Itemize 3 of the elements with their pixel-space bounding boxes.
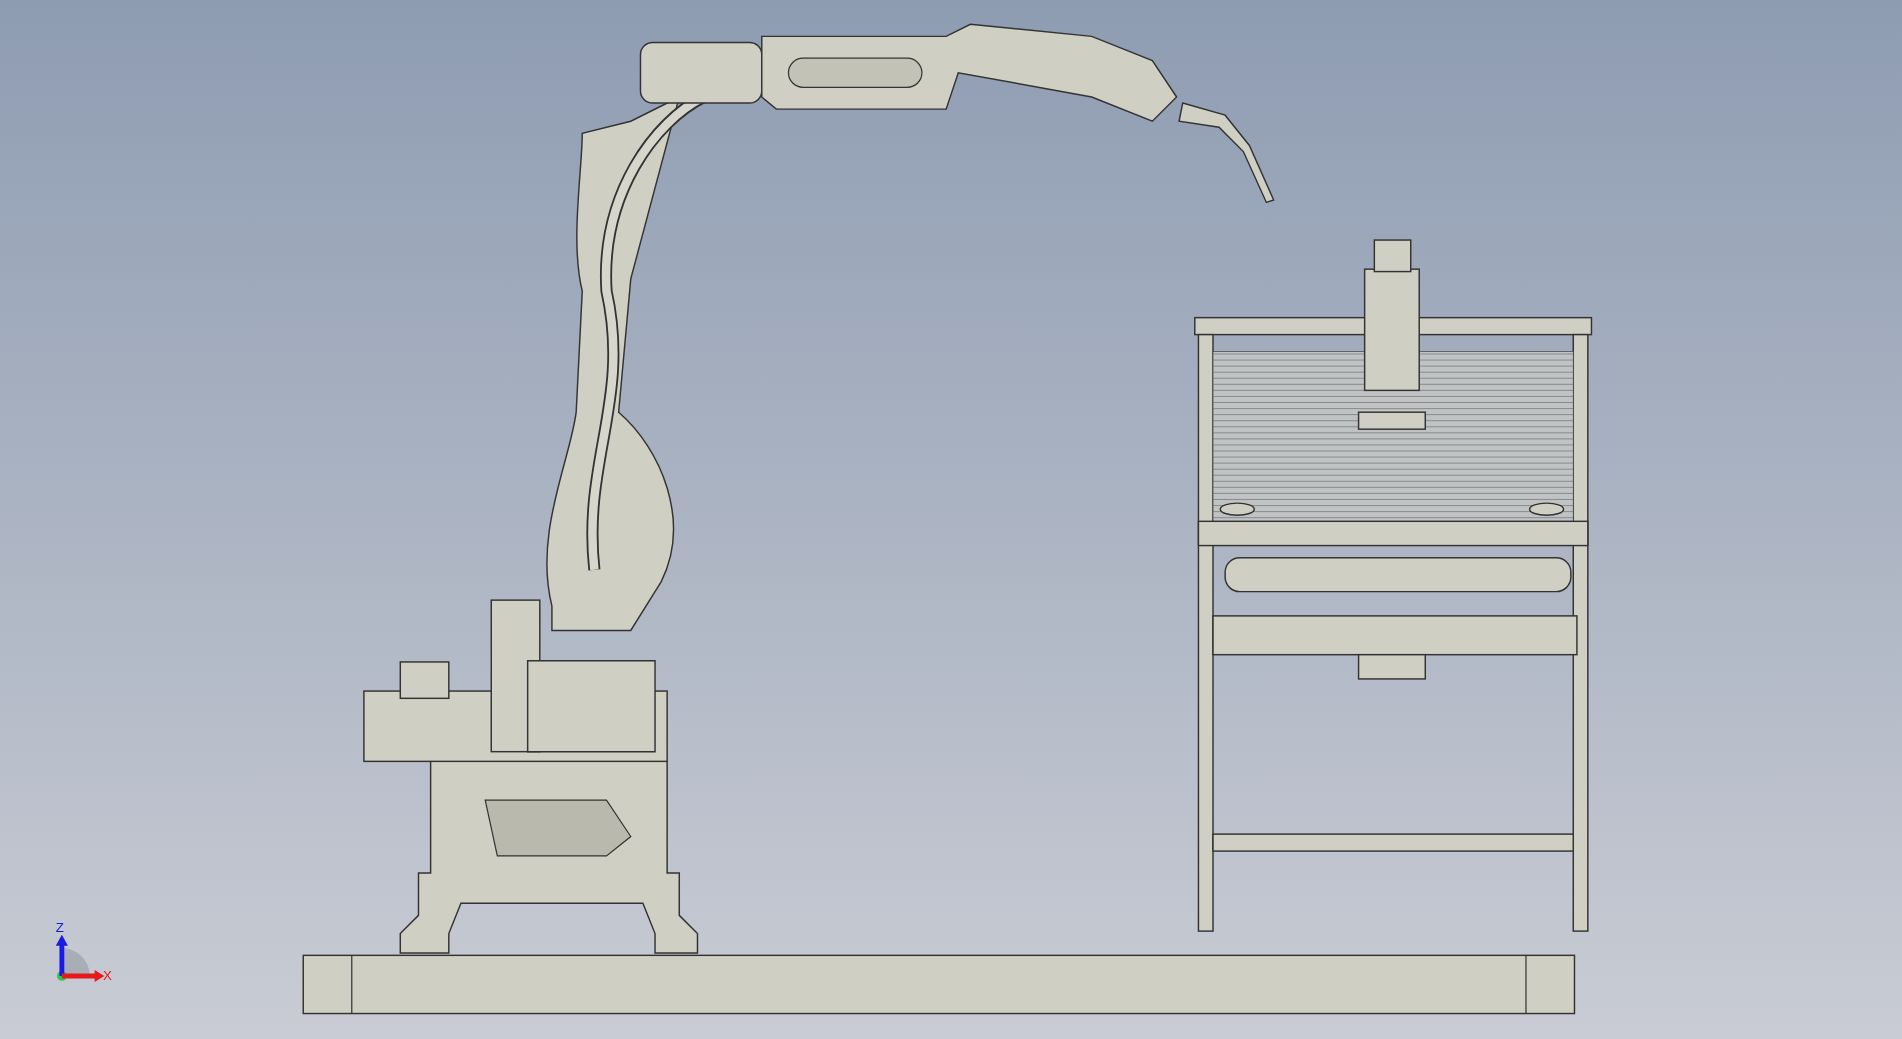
axis-triad <box>55 934 105 982</box>
axis-label: X <box>103 967 112 983</box>
axis-label: Z <box>55 920 64 936</box>
